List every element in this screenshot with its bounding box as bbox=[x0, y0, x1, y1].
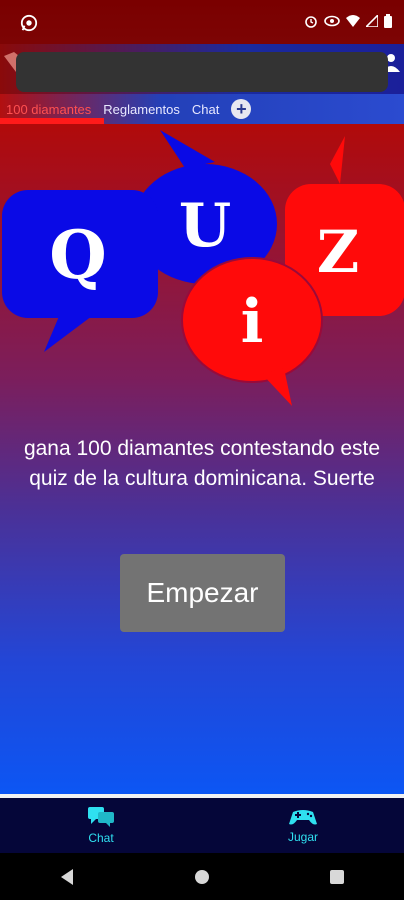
nav-jugar[interactable]: Jugar bbox=[202, 798, 404, 853]
tab-bar: 100 diamantes Reglamentos Chat + bbox=[0, 94, 404, 124]
tab-100-diamantes[interactable]: 100 diamantes bbox=[0, 102, 97, 117]
wifi-icon bbox=[346, 15, 360, 27]
controller-icon bbox=[289, 809, 317, 824]
system-navigation-bar bbox=[0, 853, 404, 900]
nav-chat[interactable]: Chat bbox=[0, 798, 202, 853]
start-button[interactable]: Empezar bbox=[120, 554, 285, 632]
bubble-q: Q bbox=[2, 190, 158, 352]
app-header bbox=[0, 44, 404, 100]
letter-u: U bbox=[179, 191, 231, 261]
main-content: Z U Q i gana 100 diamantes contestando e… bbox=[0, 124, 404, 794]
nav-jugar-label: Jugar bbox=[287, 829, 319, 844]
status-bar bbox=[0, 0, 404, 44]
eye-icon bbox=[324, 15, 340, 27]
alarm-icon bbox=[305, 16, 317, 28]
nav-chat-label: Chat bbox=[88, 830, 114, 845]
whatsapp-icon bbox=[20, 14, 38, 32]
letter-z: Z bbox=[317, 218, 359, 286]
status-icons bbox=[304, 14, 392, 28]
tab-reglamentos[interactable]: Reglamentos bbox=[97, 102, 186, 117]
quiz-logo: Z U Q i bbox=[2, 130, 404, 406]
back-icon[interactable] bbox=[55, 865, 79, 889]
bubble-i: i bbox=[181, 257, 323, 406]
redacted-title-bar bbox=[16, 52, 388, 92]
home-icon[interactable] bbox=[190, 865, 214, 889]
tab-chat[interactable]: Chat bbox=[186, 102, 225, 117]
add-tab-icon[interactable]: + bbox=[231, 99, 252, 119]
quiz-description: gana 100 diamantes contestando este quiz… bbox=[23, 437, 381, 490]
letter-q: Q bbox=[49, 216, 107, 294]
battery-icon bbox=[384, 14, 392, 28]
chat-bubbles-icon bbox=[88, 806, 114, 827]
letter-i: i bbox=[241, 287, 264, 357]
signal-icon bbox=[366, 15, 378, 27]
bottom-navigation: Chat Jugar bbox=[0, 798, 404, 853]
recents-icon[interactable] bbox=[325, 865, 349, 889]
